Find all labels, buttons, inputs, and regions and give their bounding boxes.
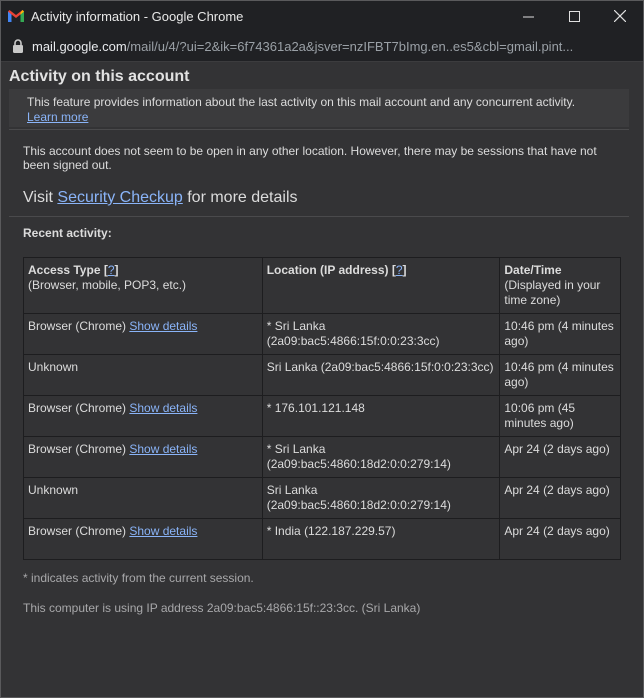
url-host: mail.google.com: [32, 38, 127, 54]
access-cell: Browser (Chrome) Show details: [23, 313, 263, 355]
recent-activity-label: Recent activity:: [23, 226, 112, 240]
address-bar[interactable]: mail.google.com/mail/u/4/?ui=2&ik=6f7436…: [1, 31, 643, 62]
security-checkup-link[interactable]: Security Checkup: [57, 189, 182, 206]
lock-icon: [13, 39, 23, 53]
help-link[interactable]: ?: [108, 263, 115, 277]
visit-suffix: for more details: [187, 189, 298, 206]
header-access-type: Access Type [?] (Browser, mobile, POP3, …: [23, 257, 263, 314]
header-location: Location (IP address) [?]: [261, 257, 501, 314]
help-link[interactable]: ?: [396, 263, 403, 277]
header-subtitle: (Browser, mobile, POP3, etc.): [28, 278, 187, 292]
time-cell: Apr 24 (2 days ago): [499, 477, 621, 519]
location-cell: * 176.101.121.148: [261, 395, 501, 437]
header-date-time: Date/Time (Displayed in your time zone): [499, 257, 621, 314]
close-icon: [614, 10, 626, 22]
window-controls: [505, 1, 643, 31]
location-cell: Sri Lanka (2a09:bac5:4866:15f:0:0:23:3cc…: [261, 354, 501, 396]
visit-prefix: Visit: [23, 189, 53, 206]
header-subtitle: (Displayed in your time zone): [504, 278, 601, 307]
ip-footnote: This computer is using IP address 2a09:b…: [23, 601, 421, 615]
window-title: Activity information - Google Chrome: [31, 8, 244, 24]
divider: [9, 216, 629, 217]
time-cell: 10:46 pm (4 minutes ago): [499, 354, 621, 396]
header-title: Location (IP address): [266, 263, 389, 277]
table-row: Unknown Sri Lanka (2a09:bac5:4866:15f:0:…: [23, 354, 621, 396]
table-row: Browser (Chrome) Show details * Sri Lank…: [23, 436, 621, 478]
time-cell: Apr 24 (2 days ago): [499, 518, 621, 560]
table-row: Browser (Chrome) Show details * 176.101.…: [23, 395, 621, 437]
header-title: Access Type: [28, 263, 101, 277]
security-visit-line: Visit Security Checkup for more details: [23, 189, 298, 207]
time-cell: Apr 24 (2 days ago): [499, 436, 621, 478]
access-cell: Browser (Chrome) Show details: [23, 518, 263, 560]
show-details-link[interactable]: Show details: [129, 319, 197, 333]
access-cell: Browser (Chrome) Show details: [23, 436, 263, 478]
browser-window: Activity information - Google Chrome mai…: [0, 0, 644, 698]
show-details-link[interactable]: Show details: [129, 524, 197, 538]
location-cell: * Sri Lanka (2a09:bac5:4860:18d2:0:0:279…: [261, 436, 501, 478]
time-cell: 10:46 pm (4 minutes ago): [499, 313, 621, 355]
divider: [9, 129, 629, 130]
page-title: Activity on this account: [9, 68, 190, 85]
minimize-button[interactable]: [505, 1, 551, 31]
time-cell: 10:06 pm (45 minutes ago): [499, 395, 621, 437]
table-row: Browser (Chrome) Show details * India (1…: [23, 518, 621, 560]
activity-table: Access Type [?] (Browser, mobile, POP3, …: [23, 257, 621, 560]
table-row: Unknown Sri Lanka (2a09:bac5:4860:18d2:0…: [23, 477, 621, 519]
access-cell: Browser (Chrome) Show details: [23, 395, 263, 437]
location-cell: Sri Lanka (2a09:bac5:4860:18d2:0:0:279:1…: [261, 477, 501, 519]
session-notice: This account does not seem to be open in…: [23, 144, 597, 172]
title-bar: Activity information - Google Chrome: [1, 1, 643, 31]
activity-page: Activity on this account This feature pr…: [1, 62, 643, 697]
header-title: Date/Time: [504, 263, 562, 277]
table-row: Browser (Chrome) Show details * Sri Lank…: [23, 313, 621, 355]
info-box: This feature provides information about …: [9, 89, 629, 127]
show-details-link[interactable]: Show details: [129, 401, 197, 415]
url-path: /mail/u/4/?ui=2&ik=6f74361a2a&jsver=nzIF…: [126, 38, 574, 54]
info-text: This feature provides information about …: [27, 95, 576, 109]
current-session-footnote: * indicates activity from the current se…: [23, 571, 254, 585]
access-cell: Unknown: [23, 477, 263, 519]
minimize-icon: [522, 16, 534, 17]
gmail-icon: [8, 10, 24, 22]
maximize-button[interactable]: [551, 1, 597, 31]
maximize-icon: [568, 10, 580, 22]
learn-more-link[interactable]: Learn more: [27, 110, 88, 124]
close-button[interactable]: [597, 1, 643, 31]
url-text[interactable]: mail.google.com/mail/u/4/?ui=2&ik=6f7436…: [32, 39, 573, 54]
table-header-row: Access Type [?] (Browser, mobile, POP3, …: [23, 257, 621, 314]
show-details-link[interactable]: Show details: [129, 442, 197, 456]
location-cell: * Sri Lanka (2a09:bac5:4866:15f:0:0:23:3…: [261, 313, 501, 355]
access-cell: Unknown: [23, 354, 263, 396]
location-cell: * India (122.187.229.57): [261, 518, 501, 560]
